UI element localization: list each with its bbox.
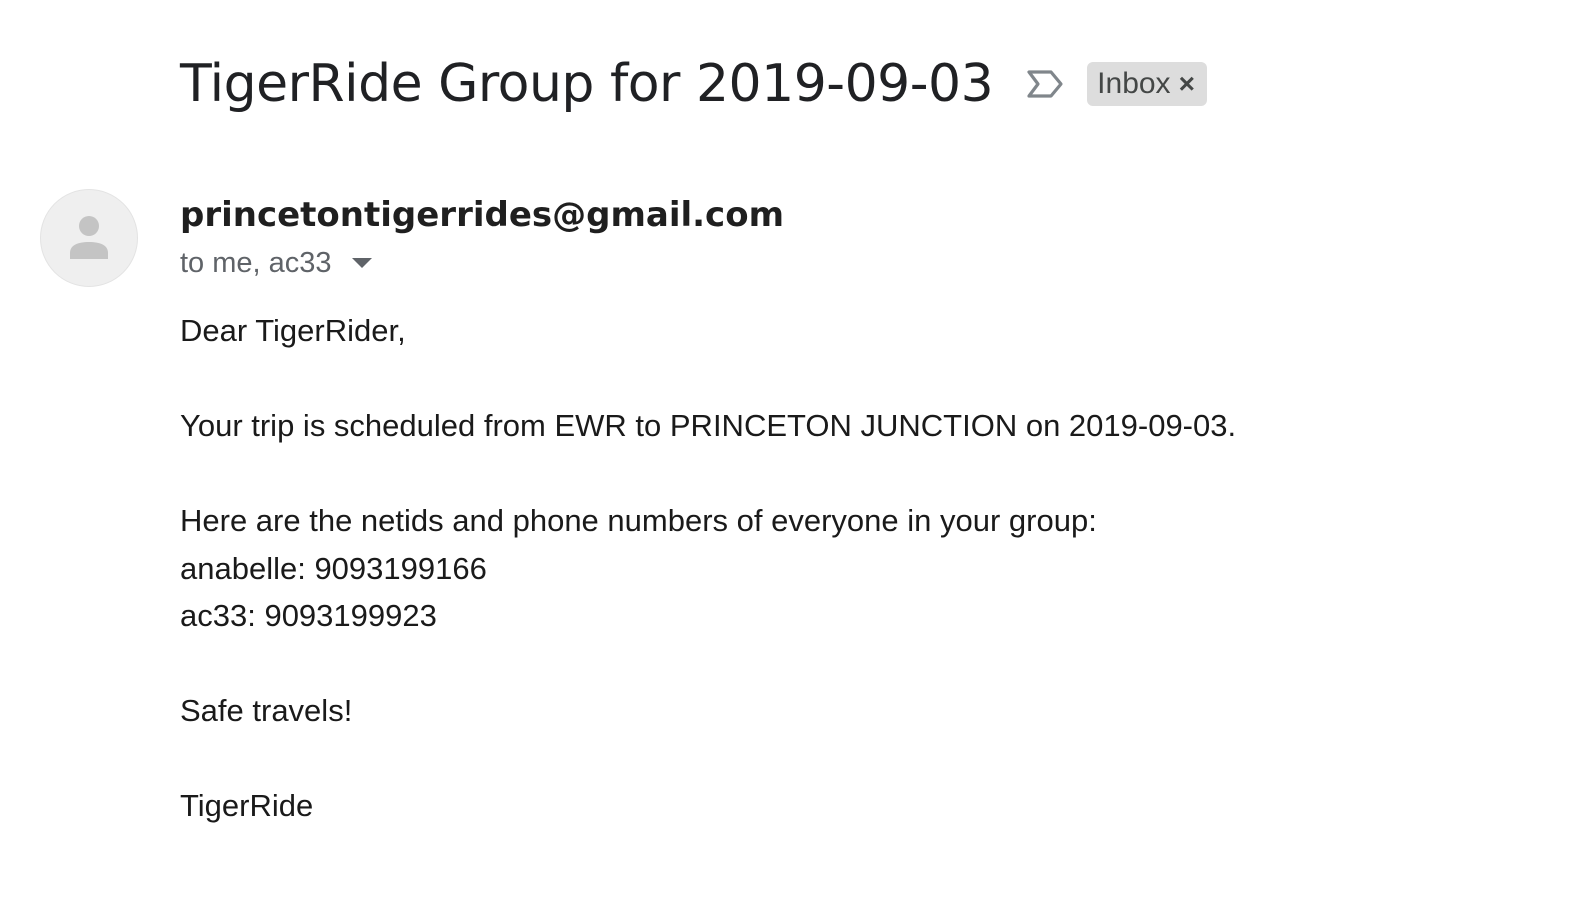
remove-label-button[interactable]: × xyxy=(1179,70,1195,98)
recipients-summary: to me, ac33 xyxy=(180,246,332,279)
signature-line: TigerRide xyxy=(180,788,314,823)
closing-line: Safe travels! xyxy=(180,693,353,728)
subject-row: TigerRide Group for 2019-09-03 Inbox × xyxy=(180,52,1207,116)
sender-avatar xyxy=(40,189,138,287)
sender-email: princetontigerrides@gmail.com xyxy=(180,195,784,235)
importance-marker-icon[interactable] xyxy=(1023,66,1067,102)
email-subject: TigerRide Group for 2019-09-03 xyxy=(180,54,994,114)
recipients-row: to me, ac33 xyxy=(180,243,376,283)
label-chip-text: Inbox xyxy=(1097,67,1171,100)
label-chip-inbox: Inbox × xyxy=(1087,62,1207,106)
caret-down-icon xyxy=(351,258,372,268)
email-body: Dear TigerRider, Your trip is scheduled … xyxy=(180,307,1540,830)
trip-line: Your trip is scheduled from EWR to PRINC… xyxy=(180,408,1237,443)
group-intro-line: Here are the netids and phone numbers of… xyxy=(180,503,1097,538)
show-details-button[interactable] xyxy=(348,251,376,275)
member-line: anabelle: 9093199166 xyxy=(180,550,487,586)
person-icon xyxy=(70,216,108,259)
member-line: ac33: 9093199923 xyxy=(180,598,437,633)
greeting-line: Dear TigerRider, xyxy=(180,313,406,348)
